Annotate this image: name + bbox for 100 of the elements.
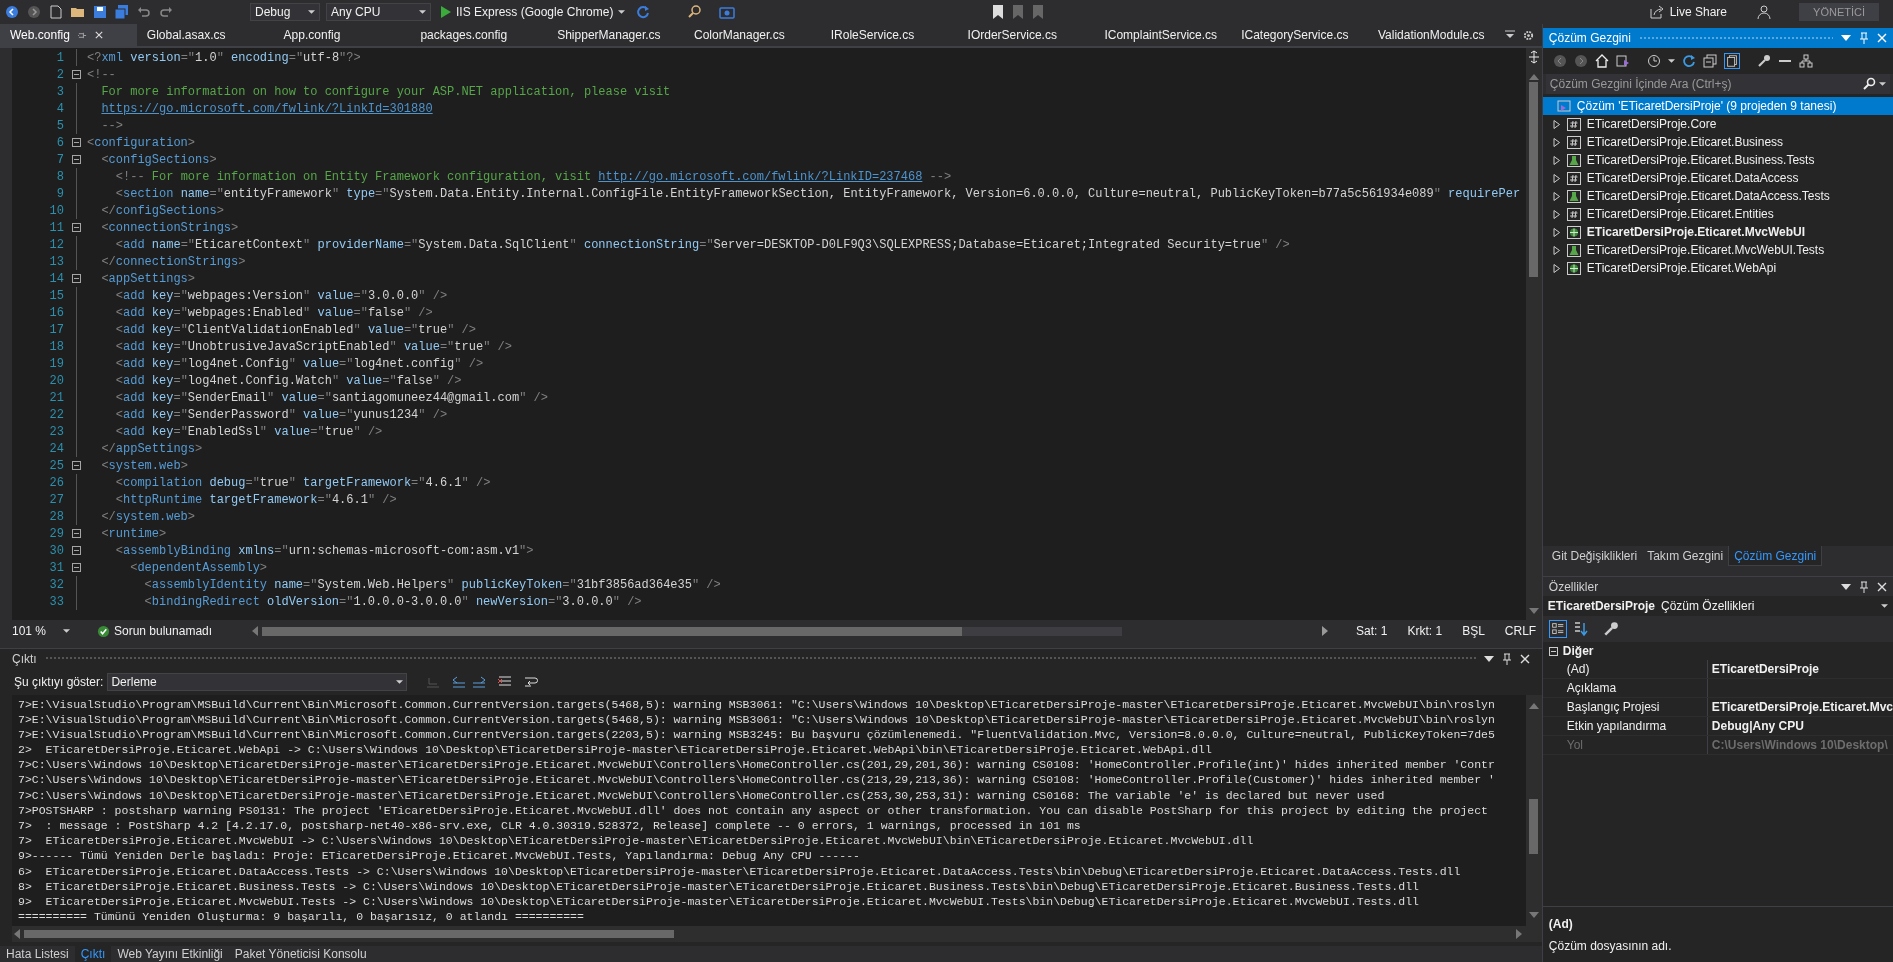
wrench-icon[interactable]: [1756, 54, 1771, 68]
collapsed-arrow-icon[interactable]: [1552, 227, 1561, 237]
sort-icon[interactable]: [1572, 621, 1589, 637]
panel-tab[interactable]: Takım Gezgini: [1642, 546, 1729, 566]
user-badge[interactable]: YÖNETİCİ: [1799, 3, 1879, 21]
hierarchy-icon[interactable]: [1798, 54, 1813, 68]
collapse-all-icon[interactable]: [1702, 54, 1717, 68]
file-tab[interactable]: App.config: [273, 24, 411, 46]
scroll-down-icon[interactable]: [1528, 608, 1539, 614]
collapse-icon[interactable]: [72, 223, 81, 232]
file-tab[interactable]: ColorManager.cs: [684, 24, 821, 46]
collapse-icon[interactable]: [72, 461, 81, 470]
save-icon[interactable]: [92, 4, 108, 20]
panel-tab[interactable]: Git Değişiklikleri: [1546, 546, 1643, 566]
switch-views-icon[interactable]: [1615, 54, 1630, 68]
file-tab[interactable]: ICategoryService.cs: [1231, 24, 1368, 46]
file-tab[interactable]: IOrderService.cs: [957, 24, 1095, 46]
issues-status[interactable]: Sorun bulunamadı: [114, 622, 213, 640]
clear-all-icon[interactable]: [497, 674, 514, 689]
tree-item[interactable]: ETicaretDersiProje.Eticaret.Business: [1542, 133, 1893, 151]
search-icon[interactable]: [1863, 77, 1877, 91]
property-value[interactable]: ETicaretDersiProje.Eticaret.Mvc: [1707, 698, 1893, 716]
file-tab[interactable]: packages.config: [410, 24, 548, 46]
tree-item[interactable]: ETicaretDersiProje.Eticaret.DataAccess: [1542, 169, 1893, 187]
search-field[interactable]: Çözüm Gezgini İçinde Ara (Ctrl+ş): [1545, 74, 1890, 94]
column-position[interactable]: Krkt: 1: [1407, 622, 1443, 640]
new-item-icon[interactable]: [48, 4, 64, 20]
collapsed-arrow-icon[interactable]: [1552, 209, 1561, 219]
split-icon[interactable]: [1527, 50, 1540, 64]
collapsed-arrow-icon[interactable]: [1552, 155, 1561, 165]
scroll-up-icon[interactable]: [1528, 702, 1539, 709]
tree-item[interactable]: ETicaretDersiProje.Eticaret.Entities: [1542, 205, 1893, 223]
back-icon[interactable]: [4, 4, 20, 20]
caret-icon[interactable]: [1879, 82, 1886, 86]
collapsed-arrow-icon[interactable]: [1552, 137, 1561, 147]
scroll-left-icon[interactable]: [14, 929, 20, 940]
dropdown-icon[interactable]: [1483, 655, 1494, 662]
caret-icon[interactable]: [308, 10, 315, 14]
collapsed-arrow-icon[interactable]: [1552, 173, 1561, 183]
show-all-files-icon[interactable]: [1723, 53, 1740, 69]
person-icon[interactable]: [1757, 4, 1774, 20]
redo-icon[interactable]: [158, 4, 174, 20]
caret-icon[interactable]: [419, 10, 426, 14]
tree-item[interactable]: ETicaretDersiProje.Eticaret.Business.Tests: [1542, 151, 1893, 169]
tree-item[interactable]: ETicaretDersiProje.Eticaret.DataAccess.Tests: [1542, 187, 1893, 205]
close-icon[interactable]: [1877, 581, 1887, 592]
close-icon[interactable]: [1519, 653, 1530, 664]
categorized-icon[interactable]: [1548, 620, 1567, 638]
file-tab[interactable]: Web.config: [0, 24, 137, 46]
tree-item[interactable]: ETicaretDersiProje.Eticaret.MvcWebUI: [1542, 223, 1893, 241]
close-icon[interactable]: [94, 31, 103, 39]
panel-tab[interactable]: Çözüm Gezgini: [1728, 546, 1823, 566]
caret-icon[interactable]: [1667, 59, 1675, 63]
collapsed-arrow-icon[interactable]: [1552, 263, 1561, 273]
line-position[interactable]: Sat: 1: [1356, 622, 1388, 640]
tree-item[interactable]: ETicaretDersiProje.Core: [1542, 115, 1893, 133]
collapse-icon[interactable]: [72, 563, 81, 572]
settings-icon[interactable]: [1522, 29, 1534, 41]
output-source-dropdown[interactable]: Derleme: [107, 672, 408, 691]
object-selector[interactable]: ETicaretDersiProje Çözüm Özellikleri: [1542, 596, 1893, 616]
scroll-right-icon[interactable]: [1515, 929, 1522, 940]
wrench-icon[interactable]: [1602, 621, 1619, 637]
bookmark-icon[interactable]: [991, 4, 1006, 20]
scrollbar-thumb[interactable]: [24, 930, 674, 939]
collapse-icon[interactable]: [72, 138, 81, 147]
collapse-icon[interactable]: [1548, 646, 1558, 656]
next-message-icon[interactable]: [471, 674, 488, 689]
file-tab[interactable]: ValidationModule.cs: [1367, 24, 1505, 46]
file-tab[interactable]: IComplaintService.cs: [1094, 24, 1232, 46]
panel-tab[interactable]: Çıktı: [74, 946, 112, 962]
property-value[interactable]: ETicaretDersiProje: [1707, 660, 1893, 678]
scroll-down-icon[interactable]: [1528, 912, 1539, 919]
scrollbar-thumb[interactable]: [1529, 798, 1539, 854]
forward-icon[interactable]: [1573, 54, 1588, 68]
dropdown-icon[interactable]: [1841, 583, 1851, 590]
collapse-icon[interactable]: [72, 546, 81, 555]
insert-mode[interactable]: BŞL: [1462, 622, 1485, 640]
refresh-icon[interactable]: [635, 4, 652, 20]
platform-dropdown[interactable]: Any CPU: [326, 3, 431, 21]
file-tab[interactable]: IRoleService.cs: [820, 24, 958, 46]
tree-item[interactable]: Çözüm 'ETicaretDersiProje' (9 projeden 9 tanesi): [1542, 97, 1893, 115]
collapse-icon[interactable]: [72, 274, 81, 283]
caret-icon[interactable]: [396, 679, 404, 684]
line-ending[interactable]: CRLF: [1504, 622, 1537, 640]
zoom-dropdown[interactable]: 101 %: [12, 623, 72, 639]
save-all-icon[interactable]: [114, 4, 130, 20]
scrollbar-thumb[interactable]: [1529, 82, 1539, 277]
history-icon[interactable]: [1646, 54, 1661, 68]
search-icon[interactable]: [687, 4, 704, 20]
live-share-button[interactable]: Live Share: [1645, 2, 1732, 22]
panel-tab[interactable]: Web Yayını Etkinliği: [111, 946, 229, 962]
collapse-icon[interactable]: [72, 155, 81, 164]
collapsed-arrow-icon[interactable]: [1552, 245, 1561, 255]
pin-icon[interactable]: [77, 30, 87, 40]
forward-icon[interactable]: [26, 4, 42, 20]
file-tab[interactable]: ShipperManager.cs: [547, 24, 684, 46]
collapsed-arrow-icon[interactable]: [1552, 191, 1561, 201]
collapsed-arrow-icon[interactable]: [1552, 119, 1561, 129]
panel-tab[interactable]: Hata Listesi: [0, 946, 75, 962]
scroll-left-icon[interactable]: [252, 626, 259, 636]
